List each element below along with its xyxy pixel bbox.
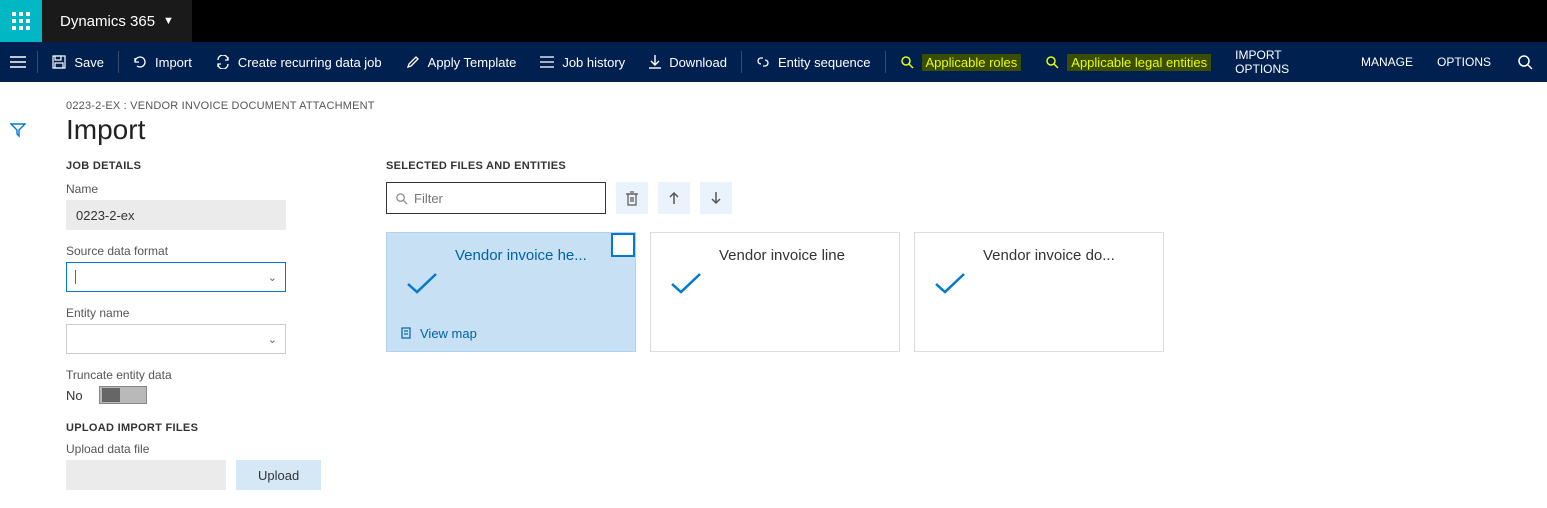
import-label: Import bbox=[155, 55, 192, 70]
entity-card-title: Vendor invoice he... bbox=[455, 247, 619, 264]
create-recurring-label: Create recurring data job bbox=[238, 55, 382, 70]
job-history-label: Job history bbox=[562, 55, 625, 70]
chevron-down-icon: ⌄ bbox=[268, 271, 277, 284]
applicable-roles-button[interactable]: Applicable roles bbox=[888, 42, 1034, 82]
create-recurring-button[interactable]: Create recurring data job bbox=[204, 42, 394, 82]
upload-file-field[interactable] bbox=[66, 460, 226, 490]
import-button[interactable]: Import bbox=[121, 42, 204, 82]
job-history-button[interactable]: Job history bbox=[528, 42, 637, 82]
divider bbox=[118, 51, 119, 73]
list-icon bbox=[540, 56, 554, 68]
breadcrumb: 0223-2-EX : VENDOR INVOICE DOCUMENT ATTA… bbox=[66, 100, 1517, 112]
trash-icon bbox=[625, 191, 639, 206]
delete-button[interactable] bbox=[616, 182, 648, 214]
entity-card[interactable]: Vendor invoice he... View map bbox=[386, 232, 636, 352]
entity-sequence-label: Entity sequence bbox=[778, 55, 871, 70]
truncate-toggle[interactable] bbox=[99, 386, 147, 404]
view-map-label: View map bbox=[420, 326, 477, 341]
search-icon bbox=[900, 55, 914, 69]
hamburger-icon bbox=[10, 56, 26, 68]
import-options-menu[interactable]: IMPORT OPTIONS bbox=[1223, 42, 1349, 82]
check-icon bbox=[405, 269, 439, 300]
action-bar: Save Import Create recurring data job Ap… bbox=[0, 42, 1547, 82]
link-icon bbox=[756, 55, 770, 69]
refresh-icon bbox=[133, 55, 147, 69]
apply-template-label: Apply Template bbox=[428, 55, 517, 70]
app-name-label: Dynamics 365 bbox=[60, 13, 155, 30]
entity-card-title: Vendor invoice do... bbox=[983, 247, 1147, 264]
entity-card-title: Vendor invoice line bbox=[719, 247, 883, 264]
search-icon bbox=[1045, 55, 1059, 69]
move-up-button[interactable] bbox=[658, 182, 690, 214]
save-button[interactable]: Save bbox=[40, 42, 116, 82]
entity-cards: Vendor invoice he... View map Vendor inv… bbox=[386, 232, 1517, 352]
filter-pane-button[interactable] bbox=[10, 122, 26, 141]
map-icon bbox=[401, 327, 414, 340]
source-format-label: Source data format bbox=[66, 244, 326, 258]
search-icon bbox=[1517, 54, 1533, 70]
apply-template-button[interactable]: Apply Template bbox=[394, 42, 529, 82]
entity-card[interactable]: Vendor invoice do... bbox=[914, 232, 1164, 352]
selected-entities-heading: SELECTED FILES AND ENTITIES bbox=[386, 160, 1517, 172]
global-search-button[interactable] bbox=[1503, 42, 1547, 82]
divider bbox=[885, 51, 886, 73]
arrow-up-icon bbox=[668, 191, 680, 205]
applicable-legal-entities-button[interactable]: Applicable legal entities bbox=[1033, 42, 1223, 82]
entity-sequence-button[interactable]: Entity sequence bbox=[744, 42, 883, 82]
applicable-roles-label: Applicable roles bbox=[922, 54, 1022, 71]
name-label: Name bbox=[66, 182, 326, 196]
applicable-legal-entities-label: Applicable legal entities bbox=[1067, 54, 1211, 71]
source-format-select[interactable]: ⌄ bbox=[66, 262, 286, 292]
job-details-heading: JOB DETAILS bbox=[66, 160, 326, 172]
entity-name-select[interactable]: ⌄ bbox=[66, 324, 286, 354]
download-button[interactable]: Download bbox=[637, 42, 739, 82]
app-launcher-button[interactable] bbox=[0, 0, 42, 42]
search-icon bbox=[395, 192, 408, 205]
entity-filter-input[interactable] bbox=[386, 182, 606, 214]
view-map-link[interactable]: View map bbox=[401, 326, 477, 341]
truncate-value: No bbox=[66, 388, 83, 403]
options-menu[interactable]: OPTIONS bbox=[1425, 42, 1503, 82]
check-icon bbox=[669, 269, 703, 300]
chevron-down-icon: ▼ bbox=[163, 15, 174, 27]
name-field[interactable]: 0223-2-ex bbox=[66, 200, 286, 230]
save-icon bbox=[52, 55, 66, 69]
card-select-checkbox[interactable] bbox=[611, 233, 635, 257]
top-bar: Dynamics 365 ▼ bbox=[0, 0, 1547, 42]
entity-card[interactable]: Vendor invoice line bbox=[650, 232, 900, 352]
source-format-value bbox=[75, 270, 77, 284]
content: 0223-2-EX : VENDOR INVOICE DOCUMENT ATTA… bbox=[36, 82, 1547, 508]
app-name-dropdown[interactable]: Dynamics 365 ▼ bbox=[42, 0, 192, 42]
left-gutter bbox=[0, 82, 36, 508]
recurring-icon bbox=[216, 55, 230, 69]
divider bbox=[37, 51, 38, 73]
upload-file-label: Upload data file bbox=[66, 442, 326, 456]
upload-heading: UPLOAD IMPORT FILES bbox=[66, 422, 326, 434]
filter-text[interactable] bbox=[414, 191, 597, 206]
page-title: Import bbox=[66, 114, 1517, 146]
manage-menu[interactable]: MANAGE bbox=[1349, 42, 1425, 82]
download-label: Download bbox=[669, 55, 727, 70]
divider bbox=[741, 51, 742, 73]
move-down-button[interactable] bbox=[700, 182, 732, 214]
truncate-label: Truncate entity data bbox=[66, 368, 326, 382]
entity-name-label: Entity name bbox=[66, 306, 326, 320]
menu-button[interactable] bbox=[0, 42, 35, 82]
pencil-icon bbox=[406, 55, 420, 69]
check-icon bbox=[933, 269, 967, 300]
download-icon bbox=[649, 55, 661, 69]
chevron-down-icon: ⌄ bbox=[268, 333, 277, 346]
save-label: Save bbox=[74, 55, 104, 70]
upload-button[interactable]: Upload bbox=[236, 460, 321, 490]
arrow-down-icon bbox=[710, 191, 722, 205]
